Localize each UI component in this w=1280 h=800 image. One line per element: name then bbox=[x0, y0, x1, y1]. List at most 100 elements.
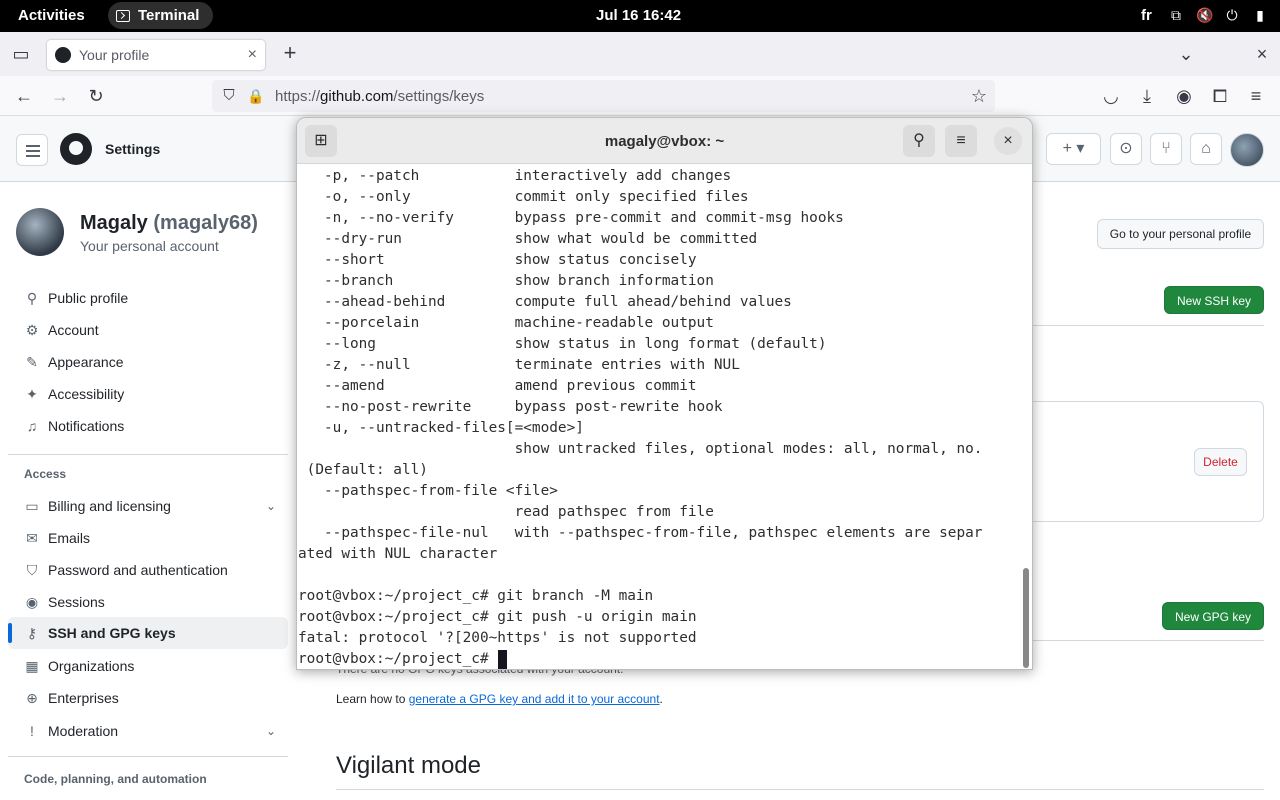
sidebar-item-organizations[interactable]: ▦ Organizations bbox=[8, 650, 288, 682]
page-title[interactable]: Settings bbox=[105, 141, 160, 157]
keyboard-layout-indicator[interactable]: fr bbox=[1141, 7, 1152, 24]
new-tab-icon[interactable]: + bbox=[279, 42, 301, 64]
browser-tab-your-profile[interactable]: Your profile × bbox=[47, 40, 265, 70]
terminal-line: -o, --only commit only specified files bbox=[298, 189, 749, 205]
menu-icon[interactable]: ≡ bbox=[945, 125, 977, 157]
terminal-line: -u, --untracked-files[=<mode>] bbox=[298, 420, 584, 436]
terminal-window[interactable]: ⊞ magaly@vbox: ~ ⚲ ≡ × -p, --patch inter… bbox=[296, 117, 1033, 670]
tracking-shield-icon[interactable]: ⛉ bbox=[218, 86, 240, 106]
sidebar-item-notifications[interactable]: ♫ Notifications bbox=[8, 410, 288, 442]
terminal-line: --porcelain machine-readable output bbox=[298, 315, 714, 331]
globe-icon: ⊕ bbox=[26, 690, 38, 706]
browser-navigation-bar: ← → ↻ ⛉ 🔒 https://github.com/settings/ke… bbox=[0, 76, 1280, 116]
profile-avatar[interactable] bbox=[16, 208, 64, 256]
bookmark-star-icon[interactable]: ☆ bbox=[968, 86, 990, 106]
power-icon: ⏻ bbox=[1226, 7, 1238, 23]
gpg-learn-text: Learn how to generate a GPG key and add … bbox=[336, 692, 663, 706]
terminal-line: -z, --null terminate entries with NUL bbox=[298, 357, 740, 373]
close-tab-icon[interactable]: × bbox=[248, 46, 257, 64]
lock-icon[interactable]: 🔒 bbox=[245, 86, 267, 106]
terminal-scrollbar[interactable] bbox=[1022, 165, 1030, 669]
sidebar-item-emails[interactable]: ✉ Emails bbox=[8, 522, 288, 554]
issues-icon[interactable]: ⊙ bbox=[1110, 133, 1142, 165]
user-avatar[interactable] bbox=[1230, 133, 1264, 167]
gear-icon: ⚙ bbox=[25, 322, 39, 338]
terminal-line: root@vbox:~/project_c# bbox=[298, 651, 498, 667]
clock[interactable]: Jul 16 16:42 bbox=[596, 7, 681, 24]
close-window-icon[interactable]: × bbox=[1251, 44, 1273, 64]
sidebar-item-password[interactable]: ⛉ Password and authentication bbox=[8, 554, 288, 586]
pull-requests-icon[interactable]: ⑂ bbox=[1150, 133, 1182, 165]
settings-sidebar: Magaly (magaly68) Your personal account … bbox=[0, 182, 296, 800]
sidebar-item-enterprises[interactable]: ⊕ Enterprises bbox=[8, 682, 288, 714]
app-menu-terminal[interactable]: Terminal bbox=[108, 2, 214, 29]
activities-button[interactable]: Activities bbox=[18, 7, 85, 24]
sidebar-item-billing[interactable]: ▭ Billing and licensing ⌄ bbox=[8, 490, 288, 522]
network-icon: ⧉ bbox=[1171, 7, 1181, 23]
terminal-output[interactable]: -p, --patch interactively add changes -o… bbox=[297, 165, 1019, 669]
broadcast-icon: ◉ bbox=[25, 594, 39, 610]
back-arrow-icon[interactable]: ← bbox=[13, 86, 35, 106]
system-tray[interactable]: ⧉ 🔇 ⏻ ▮ bbox=[1168, 7, 1268, 23]
credit-card-icon: ▭ bbox=[25, 498, 39, 514]
global-nav-menu-button[interactable] bbox=[16, 134, 48, 166]
hamburger-menu-icon[interactable]: ≡ bbox=[1245, 86, 1267, 106]
scrollbar-thumb[interactable] bbox=[1023, 568, 1029, 668]
tab-overview-icon[interactable]: ▭ bbox=[10, 44, 32, 64]
create-new-button[interactable]: + ▾ bbox=[1046, 133, 1101, 165]
extensions-icon[interactable]: ⧠ bbox=[1209, 86, 1231, 106]
reload-icon[interactable]: ↻ bbox=[85, 86, 107, 106]
sidebar-divider bbox=[8, 756, 288, 757]
new-gpg-key-button[interactable]: New GPG key bbox=[1162, 602, 1264, 630]
terminal-line: --no-post-rewrite bypass post-rewrite ho… bbox=[298, 399, 723, 415]
list-tabs-chevron-icon[interactable]: ⌄ bbox=[1175, 44, 1197, 64]
delete-key-button[interactable]: Delete bbox=[1194, 448, 1247, 476]
go-to-profile-button[interactable]: Go to your personal profile bbox=[1097, 219, 1264, 249]
terminal-line: (Default: all) bbox=[298, 462, 428, 478]
gpg-learn-link[interactable]: generate a GPG key and add it to your ac… bbox=[409, 692, 660, 706]
github-logo-icon[interactable] bbox=[60, 133, 92, 165]
sidebar-item-account[interactable]: ⚙ Account bbox=[8, 314, 288, 346]
battery-icon: ▮ bbox=[1256, 7, 1264, 23]
url-text[interactable]: https://github.com/settings/keys bbox=[275, 88, 484, 105]
sidebar-item-ssh-gpg-keys[interactable]: ⚷ SSH and GPG keys bbox=[8, 617, 288, 649]
chevron-down-icon[interactable]: ⌄ bbox=[266, 499, 276, 513]
chevron-down-icon[interactable]: ⌄ bbox=[266, 724, 276, 738]
section-divider bbox=[996, 640, 1264, 641]
terminal-line: --pathspec-file-nul with --pathspec-from… bbox=[298, 525, 983, 541]
url-bar[interactable]: ⛉ 🔒 https://github.com/settings/keys ☆ bbox=[212, 80, 995, 112]
sidebar-item-moderation[interactable]: ! Moderation ⌄ bbox=[8, 715, 288, 747]
gnome-top-bar: Activities Terminal Jul 16 16:42 fr ⧉ 🔇 … bbox=[0, 0, 1280, 32]
mail-icon: ✉ bbox=[26, 530, 38, 546]
terminal-line: --amend amend previous commit bbox=[298, 378, 697, 394]
terminal-line: --ahead-behind compute full ahead/behind… bbox=[298, 294, 792, 310]
profile-name[interactable]: Magaly (magaly68) bbox=[80, 212, 258, 235]
terminal-line: fatal: protocol '?[200~https' is not sup… bbox=[298, 630, 697, 646]
sidebar-heading-access: Access bbox=[24, 467, 67, 481]
terminal-line: show untracked files, optional modes: al… bbox=[298, 441, 983, 457]
github-favicon-icon bbox=[55, 47, 71, 63]
terminal-line: read pathspec from file bbox=[298, 504, 714, 520]
terminal-line: --short show status concisely bbox=[298, 252, 697, 268]
new-ssh-key-button[interactable]: New SSH key bbox=[1164, 286, 1264, 314]
forward-arrow-icon[interactable]: → bbox=[49, 86, 71, 106]
sidebar-item-appearance[interactable]: ✎ Appearance bbox=[8, 346, 288, 378]
app-menu-label: Terminal bbox=[138, 7, 200, 24]
close-icon[interactable]: × bbox=[994, 127, 1022, 155]
sidebar-item-public-profile[interactable]: ⚲ Public profile bbox=[8, 282, 288, 314]
downloads-icon[interactable]: ⤓ bbox=[1136, 86, 1158, 106]
report-icon: ! bbox=[30, 723, 34, 739]
inbox-icon[interactable]: ⌂ bbox=[1190, 133, 1222, 165]
terminal-line: -p, --patch interactively add changes bbox=[298, 168, 732, 184]
terminal-titlebar[interactable]: ⊞ magaly@vbox: ~ ⚲ ≡ × bbox=[297, 118, 1032, 164]
sidebar-item-accessibility[interactable]: ✦ Accessibility bbox=[8, 378, 288, 410]
account-icon[interactable]: ◉ bbox=[1173, 86, 1195, 106]
person-icon: ⚲ bbox=[26, 290, 38, 306]
search-icon[interactable]: ⚲ bbox=[903, 125, 935, 157]
volume-muted-icon: 🔇 bbox=[1196, 7, 1214, 23]
organization-icon: ▦ bbox=[25, 658, 39, 674]
terminal-line: -n, --no-verify bypass pre-commit and co… bbox=[298, 210, 844, 226]
pocket-icon[interactable]: ◡ bbox=[1100, 86, 1122, 106]
sidebar-item-sessions[interactable]: ◉ Sessions bbox=[8, 586, 288, 618]
terminal-line: --long show status in long format (defau… bbox=[298, 336, 827, 352]
